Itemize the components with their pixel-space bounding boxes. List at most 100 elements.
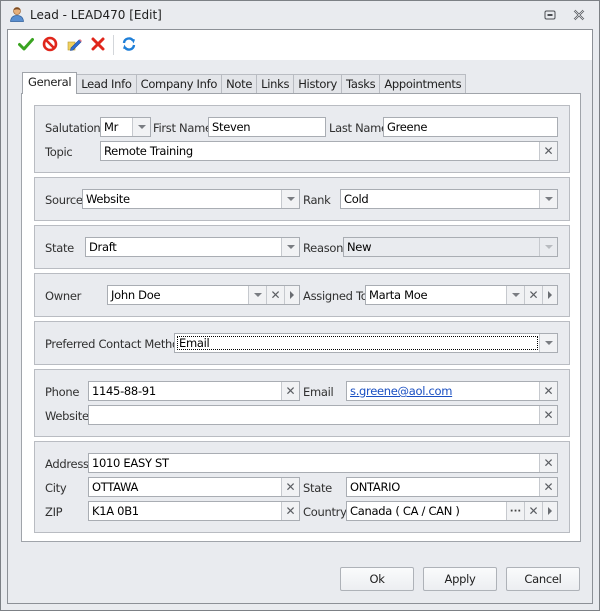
salutation-dropdown[interactable]: Mr (100, 117, 151, 137)
tab-general[interactable]: General (22, 72, 78, 94)
chevron-down-icon (544, 341, 553, 345)
restore-button[interactable] (542, 9, 558, 23)
email-link[interactable]: s.greene@aol.com (347, 382, 539, 400)
state-label: State (45, 241, 74, 255)
x-icon (90, 36, 106, 55)
apply-button[interactable]: Apply (423, 567, 497, 591)
address-label: Address (45, 457, 89, 471)
contact-method-group: Preferred Contact Method Email (34, 321, 570, 365)
close-icon: ✕ (285, 384, 296, 398)
clear-button[interactable]: ✕ (524, 502, 542, 520)
dropdown-button[interactable] (506, 286, 524, 304)
first-name-label: First Name (153, 121, 212, 135)
ellipsis-icon: ··· (509, 505, 522, 517)
close-icon: ✕ (543, 408, 554, 422)
topic-value: Remote Training (104, 144, 193, 158)
country-lookup[interactable]: Canada ( CA / CAN ) ··· ✕ (346, 501, 558, 521)
tab-links[interactable]: Links (256, 74, 295, 94)
website-input[interactable]: ✕ (88, 405, 558, 425)
dropdown-button[interactable] (281, 238, 299, 256)
ok-button[interactable]: Ok (340, 567, 414, 591)
phone-input[interactable]: 1145-88-91 ✕ (88, 381, 300, 401)
address-input[interactable]: 1010 EASY ST ✕ (88, 453, 558, 473)
clear-button[interactable]: ✕ (266, 286, 284, 304)
open-button[interactable] (542, 502, 557, 520)
clear-button[interactable]: ✕ (524, 286, 542, 304)
last-name-value: Greene (387, 120, 428, 134)
open-button[interactable] (284, 286, 299, 304)
close-button[interactable] (571, 9, 587, 23)
reason-value: New (347, 240, 372, 254)
rank-value: Cold (344, 192, 369, 206)
tab-note[interactable]: Note (221, 74, 258, 94)
address-value: 1010 EASY ST (92, 456, 169, 470)
chevron-down-icon (253, 293, 262, 297)
state-dropdown[interactable]: Draft (85, 237, 300, 257)
state-value: Draft (89, 240, 117, 254)
city-input[interactable]: OTTAWA ✕ (88, 477, 300, 497)
dropdown-button[interactable] (539, 190, 557, 208)
assigned-to-lookup[interactable]: Marta Moe ✕ (365, 285, 558, 305)
chevron-right-icon (290, 291, 294, 299)
owner-group: Owner John Doe ✕ Assigned To Marta Moe ✕ (34, 273, 570, 317)
zip-value: K1A 0B1 (92, 504, 139, 518)
close-icon: ✕ (528, 288, 539, 302)
tab-tasks[interactable]: Tasks (341, 74, 381, 94)
zip-input[interactable]: K1A 0B1 ✕ (88, 501, 300, 521)
first-name-input[interactable]: Steven (208, 117, 326, 137)
toolbar-separator (113, 35, 114, 55)
reason-dropdown: New (343, 237, 558, 257)
clear-button[interactable]: ✕ (539, 454, 557, 472)
clear-button[interactable]: ✕ (539, 382, 557, 400)
city-label: City (45, 481, 67, 495)
dropdown-button[interactable] (132, 118, 150, 136)
tab-appointments[interactable]: Appointments (379, 74, 467, 94)
toolbar (8, 30, 592, 60)
tab-history[interactable]: History (293, 74, 343, 94)
edit-button[interactable] (62, 33, 86, 57)
user-icon (9, 6, 25, 25)
salutation-value: Mr (104, 120, 119, 134)
save-button[interactable] (14, 33, 38, 57)
chevron-down-icon (286, 197, 295, 201)
open-button[interactable] (542, 286, 557, 304)
refresh-button[interactable] (117, 33, 141, 57)
preferred-contact-dropdown[interactable]: Email (174, 333, 558, 353)
cancel-changes-button[interactable] (38, 33, 62, 57)
first-name-value: Steven (212, 120, 251, 134)
cancel-button[interactable]: Cancel (506, 567, 580, 591)
tab-strip: General Lead Info Company Info Note Link… (22, 72, 467, 94)
browse-button[interactable]: ··· (506, 502, 524, 520)
topic-input[interactable]: Remote Training ✕ (100, 141, 558, 161)
owner-lookup[interactable]: John Doe ✕ (107, 285, 300, 305)
clear-button[interactable]: ✕ (539, 406, 557, 424)
rank-dropdown[interactable]: Cold (340, 189, 558, 209)
clear-button[interactable]: ✕ (539, 478, 557, 496)
owner-label: Owner (45, 289, 82, 303)
clear-button[interactable]: ✕ (539, 142, 557, 160)
email-label: Email (303, 385, 334, 399)
window-title: Lead - LEAD470 [Edit] (30, 8, 162, 22)
dropdown-button[interactable] (248, 286, 266, 304)
clear-button[interactable]: ✕ (281, 382, 299, 400)
source-dropdown[interactable]: Website (82, 189, 300, 209)
zip-label: ZIP (45, 505, 63, 519)
addr-state-input[interactable]: ONTARIO ✕ (346, 477, 558, 497)
phone-value: 1145-88-91 (92, 384, 156, 398)
dropdown-button[interactable] (281, 190, 299, 208)
clear-button[interactable]: ✕ (281, 502, 299, 520)
owner-value: John Doe (111, 288, 161, 302)
clear-button[interactable]: ✕ (281, 478, 299, 496)
email-input[interactable]: s.greene@aol.com ✕ (346, 381, 558, 401)
close-icon: ✕ (285, 480, 296, 494)
tab-company-info[interactable]: Company Info (135, 74, 223, 94)
restore-icon (544, 10, 556, 23)
close-icon: ✕ (528, 504, 539, 518)
last-name-input[interactable]: Greene (383, 117, 558, 137)
delete-button[interactable] (86, 33, 110, 57)
source-label: Source (45, 193, 83, 207)
tab-lead-info[interactable]: Lead Info (76, 74, 137, 94)
dropdown-button[interactable] (539, 334, 557, 352)
chevron-down-icon (137, 125, 146, 129)
city-value: OTTAWA (92, 480, 139, 494)
